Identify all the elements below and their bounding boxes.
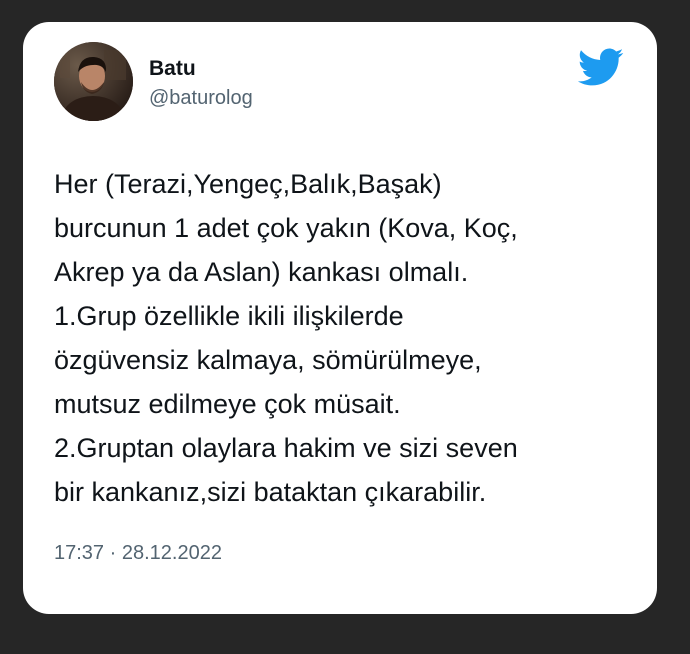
tweet-text-line: mutsuz edilmeye çok müsait. [54, 389, 401, 419]
author-handle[interactable]: @baturolog [149, 86, 253, 110]
tweet-card: Batu @baturolog Her (Terazi,Yengeç,Balık… [23, 22, 657, 614]
tweet-text-line: bir kankanız,sizi bataktan çıkarabilir. [54, 477, 487, 507]
twitter-bird-icon[interactable] [576, 47, 624, 87]
tweet-text-line: Her (Terazi,Yengeç,Balık,Başak) [54, 169, 442, 199]
timestamp-separator: · [109, 542, 117, 564]
tweet-date: 28.12.2022 [121, 542, 222, 564]
avatar[interactable] [54, 42, 133, 121]
tweet-timestamp[interactable]: 17:37 · 28.12.2022 [54, 541, 222, 565]
tweet-text-line: 1.Grup özellikle ikili ilişkilerde [54, 301, 404, 331]
tweet-time: 17:37 [54, 542, 105, 564]
tweet-text-line: Akrep ya da Aslan) kankası olmalı. [54, 257, 469, 287]
avatar-photo [54, 42, 133, 121]
tweet-text-line: 2.Gruptan olaylara hakim ve sizi seven [54, 433, 518, 463]
tweet-text-line: burcunun 1 adet çok yakın (Kova, Koç, [54, 213, 518, 243]
tweet-text: Her (Terazi,Yengeç,Balık,Başak) burcunun… [54, 162, 644, 514]
tweet-text-line: özgüvensiz kalmaya, sömürülmeye, [54, 345, 482, 375]
author-name[interactable]: Batu [149, 57, 196, 81]
